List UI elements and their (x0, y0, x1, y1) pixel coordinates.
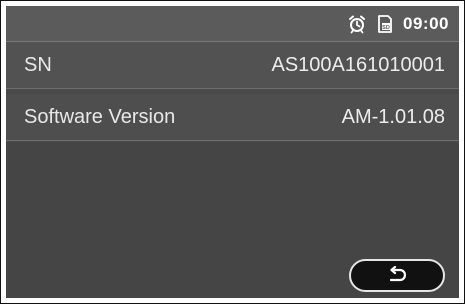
software-version-value: AM-1.01.08 (341, 105, 445, 128)
alarm-clock-icon (349, 15, 366, 34)
software-version-label: Software Version (24, 105, 176, 128)
info-row-software-version: Software Version AM-1.01.08 (6, 94, 459, 141)
status-bar: SD 09:00 (6, 6, 459, 42)
content-area (6, 142, 459, 298)
return-arrow-icon (389, 265, 407, 281)
info-row-sn: SN AS100A161010001 (6, 42, 459, 89)
clock-time: 09:00 (403, 14, 449, 33)
device-screen: SD 09:00 SN AS100A161010001 Software Ver… (6, 6, 459, 298)
device-frame: SD 09:00 SN AS100A161010001 Software Ver… (0, 0, 465, 304)
back-button[interactable] (349, 259, 445, 292)
sn-label: SN (24, 53, 52, 76)
svg-text:SD: SD (382, 25, 390, 31)
sd-card-icon: SD (378, 15, 392, 33)
sn-value: AS100A161010001 (271, 53, 446, 76)
status-icons: SD 09:00 (347, 13, 449, 35)
